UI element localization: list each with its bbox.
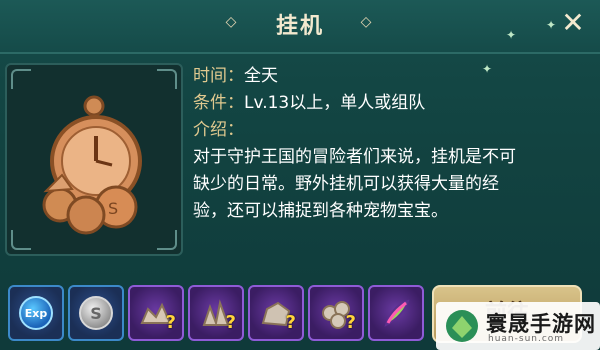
pocket-watch-icon: S	[42, 95, 142, 235]
site-watermark: 寰晟手游网 huan-sun.com	[436, 302, 600, 350]
question-mark: ?	[225, 312, 236, 333]
dialog-panel: ◇ 挂机 ◇ ✕ ✦ ✦ ✦ S 时间：全天 条件：Lv.13以上，单人或组队 …	[0, 0, 600, 350]
time-row: 时间：全天	[193, 63, 598, 90]
sparkle-icon: ✦	[546, 18, 557, 32]
intro-label: 介绍：	[193, 120, 244, 140]
activity-image-frame: S	[5, 63, 183, 256]
activity-info: 时间：全天 条件：Lv.13以上，单人或组队 介绍： 对于守护王国的冒险者们来说…	[193, 63, 598, 225]
condition-value: Lv.13以上，单人或组队	[244, 93, 426, 113]
site-logo-icon	[446, 310, 478, 342]
rainbow-feather-icon	[384, 299, 410, 327]
reward-slot-mystery-1[interactable]: ?	[128, 285, 184, 341]
condition-label: 条件：	[193, 93, 244, 113]
frame-corner-icon	[157, 69, 177, 89]
time-value: 全天	[244, 66, 278, 86]
question-mark: ?	[165, 312, 176, 333]
reward-slot-mystery-2[interactable]: ?	[188, 285, 244, 341]
frame-corner-icon	[157, 230, 177, 250]
reward-slot-feather[interactable]	[368, 285, 424, 341]
frame-corner-icon	[11, 230, 31, 250]
silver-coin-icon: S	[79, 296, 113, 330]
close-icon: ✕	[561, 6, 585, 39]
title-bar: ◇ 挂机 ◇ ✕	[0, 0, 600, 54]
activity-description: 对于守护王国的冒险者们来说，挂机是不可 缺少的日常。野外挂机可以获得大量的经 验…	[193, 147, 516, 221]
close-button[interactable]: ✕	[558, 8, 588, 38]
question-mark: ?	[285, 312, 296, 333]
condition-row: 条件：Lv.13以上，单人或组队	[193, 90, 598, 117]
reward-slot-mystery-4[interactable]: ?	[308, 285, 364, 341]
watermark-url: huan-sun.com	[488, 334, 565, 344]
reward-slot-exp[interactable]: Exp	[8, 285, 64, 341]
title-ornament-right-icon: ◇	[360, 14, 372, 30]
reward-slot-mystery-3[interactable]: ?	[248, 285, 304, 341]
reward-slot-silver[interactable]: S	[68, 285, 124, 341]
exp-icon: Exp	[19, 296, 53, 330]
svg-text:S: S	[108, 199, 118, 218]
question-mark: ?	[345, 312, 356, 333]
intro-row: 介绍：	[193, 117, 598, 144]
frame-corner-icon	[11, 69, 31, 89]
sparkle-icon: ✦	[506, 28, 517, 42]
time-label: 时间：	[193, 66, 244, 86]
